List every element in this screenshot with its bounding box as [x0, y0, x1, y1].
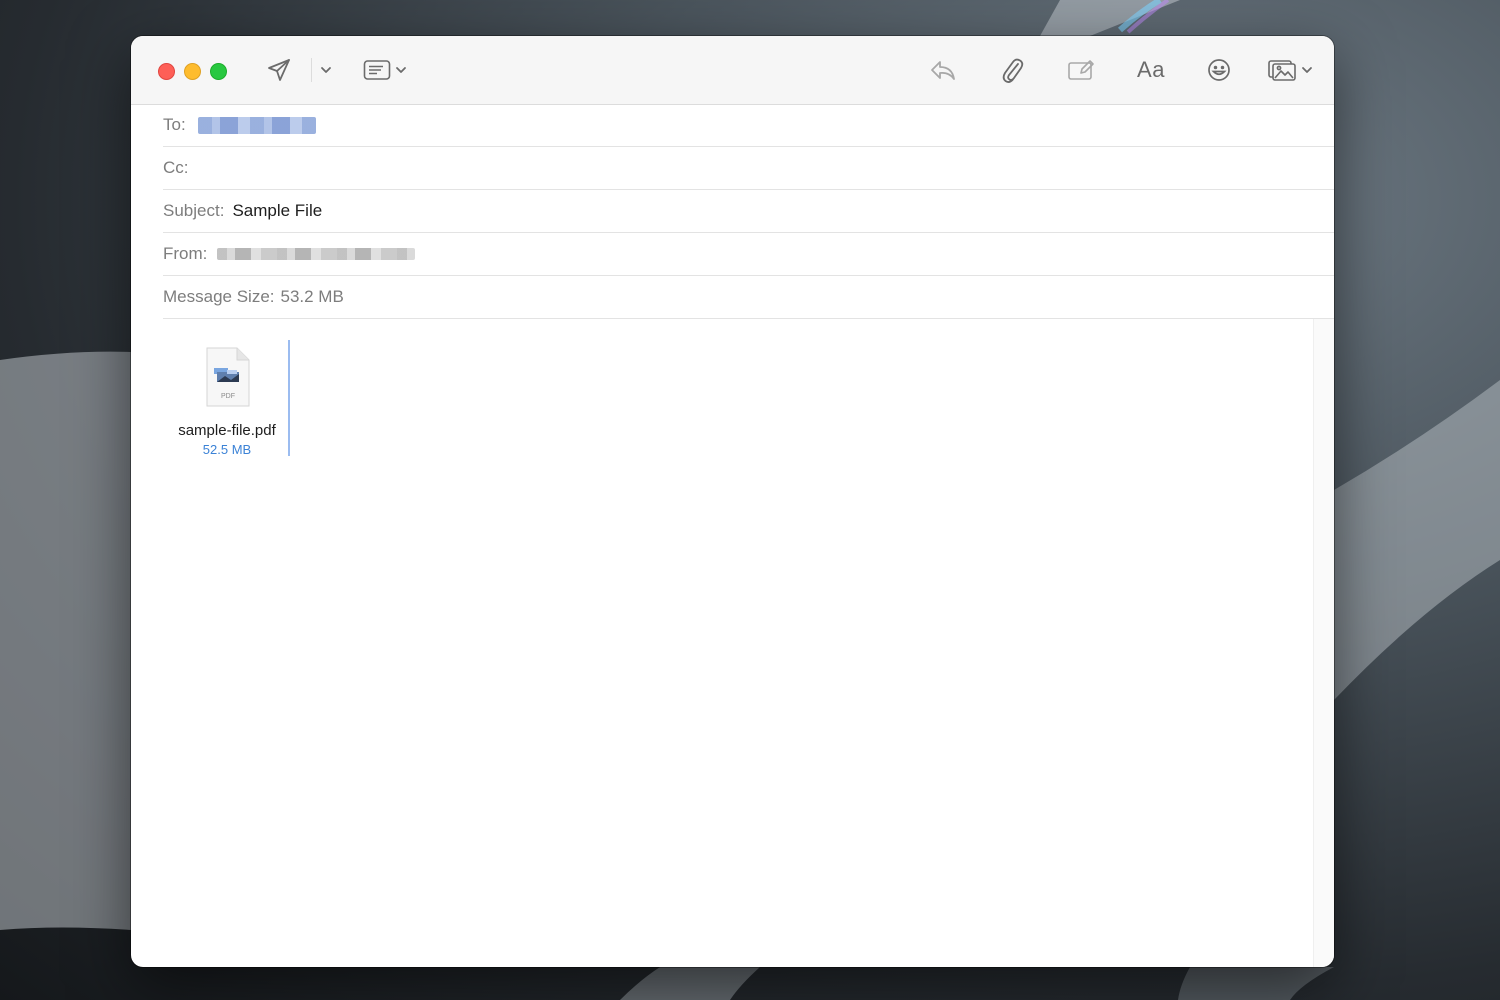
send-icon [266, 57, 292, 83]
header-fields-button[interactable] [361, 54, 409, 86]
compose-window: Aa To: Cc: Subje [131, 36, 1334, 967]
emoji-icon [1207, 58, 1231, 82]
message-size-label: Message Size: [163, 287, 275, 307]
subject-value[interactable]: Sample File [232, 201, 322, 221]
from-address-redacted[interactable] [217, 248, 415, 260]
pdf-file-icon: PDF [203, 346, 251, 408]
message-body[interactable] [131, 319, 1334, 967]
from-field[interactable]: From: [163, 233, 1334, 276]
attachment-file-name: sample-file.pdf [167, 422, 287, 439]
attachment[interactable]: PDF sample-file.pdf 52.5 MB [167, 342, 287, 456]
markup-icon [1067, 58, 1095, 82]
cc-label: Cc: [163, 158, 189, 178]
font-icon: Aa [1137, 57, 1165, 83]
toolbar: Aa [131, 36, 1334, 105]
header-fields-icon [363, 59, 391, 81]
pdf-icon-label: PDF [221, 393, 235, 400]
to-recipient-redacted[interactable] [198, 117, 316, 134]
maximize-button[interactable] [210, 63, 227, 80]
subject-field[interactable]: Subject: Sample File [163, 190, 1334, 233]
to-field[interactable]: To: [163, 104, 1334, 147]
markup-button[interactable] [1065, 54, 1097, 86]
cc-field[interactable]: Cc: [163, 147, 1334, 190]
attachment-file-size: 52.5 MB [167, 442, 287, 457]
from-label: From: [163, 244, 207, 264]
message-size-row: Message Size: 53.2 MB [163, 276, 1334, 319]
toolbar-separator [311, 58, 312, 82]
emoji-button[interactable] [1203, 54, 1235, 86]
font-button[interactable]: Aa [1133, 54, 1169, 86]
send-button[interactable] [263, 54, 295, 86]
chevron-down-icon [395, 64, 407, 76]
photo-browser-button[interactable] [1265, 54, 1315, 86]
minimize-button[interactable] [184, 63, 201, 80]
close-button[interactable] [158, 63, 175, 80]
reply-button[interactable] [927, 54, 959, 86]
attach-button[interactable] [996, 54, 1028, 86]
subject-label: Subject: [163, 201, 224, 221]
send-options-button[interactable] [317, 54, 335, 86]
paperclip-icon [1000, 56, 1024, 84]
chevron-down-icon [320, 64, 332, 76]
photo-browser-icon [1267, 58, 1297, 82]
reply-icon [929, 58, 957, 82]
message-size-value: 53.2 MB [281, 287, 344, 307]
scrollbar-track[interactable] [1313, 319, 1334, 967]
chevron-down-icon [1301, 64, 1313, 76]
to-label: To: [163, 115, 186, 135]
text-cursor [288, 340, 290, 456]
